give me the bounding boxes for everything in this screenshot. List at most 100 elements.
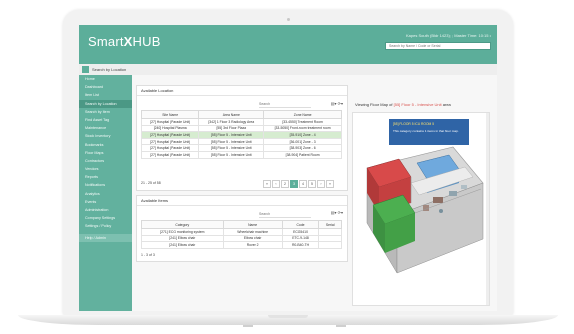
table-cell: Elbow chair [222,234,283,243]
column-header[interactable]: Serial [318,220,342,229]
sidebar-item[interactable]: Events [79,198,132,206]
location-table: Site Name Area Name Zone Name [27] Hospi… [140,110,342,159]
map-info-popup: [55] FLOOR 5 ICU ROOM 5 This category co… [389,119,469,145]
map-view-title: Viewing Floor Map of [55] Floor 5 - Inte… [355,102,451,107]
table-cell: Rover 2 [222,241,283,249]
laptop-base [18,315,558,325]
table-cell: [27] Hospital (Parade Unit) [140,150,200,159]
sidebar-item[interactable]: Administration [79,206,132,214]
table-cell: [240] Hospital Plasma [140,124,200,133]
items-count: 1 - 3 of 3 [141,253,155,257]
sidebar-footer-button[interactable]: Help / Admin [79,233,132,242]
table-cell [318,234,342,243]
column-header[interactable]: Name [222,220,283,229]
page-button[interactable]: « [263,180,271,188]
table-cell: [55] Floor 5 - Intensive Unit [198,150,265,159]
table-row[interactable]: [27] Hospital (Parade Unit) [55] Floor 5 … [140,137,342,146]
location-count: 21 - 25 of 58 [141,181,161,185]
sidebar-item[interactable]: Reports [79,173,132,181]
location-panel-title: Available Location [137,86,347,96]
sidebar-item[interactable]: Floor Maps [79,149,132,157]
page-button-current[interactable]: 3 [290,180,298,188]
table-row[interactable]: [27] Hospital (Parade Unit) [55] Floor 5 … [140,150,342,159]
laptop-lid: SmartXHUB Kapes South (Bldr 1423); ; Mas… [63,10,513,315]
equipment-icon [461,185,467,189]
table-cell: ECG5410 [281,228,320,236]
table-cell: [55] Floor 5 - Intensive Unit [198,144,265,152]
table-cell: [27] Hospital (Parade Unit) [140,118,200,126]
sidebar-item[interactable]: Item List [79,91,132,99]
sidebar-item[interactable]: Search by Item [79,108,132,116]
popup-title: [55] FLOOR 5 ICU ROOM 5 [393,122,435,126]
column-header[interactable]: Site Name [140,110,200,119]
table-cell: [271] ECG monitoring system [141,228,224,236]
column-toggle-icon[interactable]: ▤▾ ⟳▾ [331,101,343,106]
sidebar-item[interactable]: Contractors [79,157,132,165]
column-toggle-icon[interactable]: ▤▾ ⟳▾ [331,210,343,215]
app-logo[interactable]: SmartXHUB [88,34,161,49]
page-button[interactable]: 2 [281,180,289,188]
sidebar-item[interactable]: Home [79,75,132,83]
sidebar-item[interactable]: Company Settings [79,214,132,222]
page-button[interactable]: ‹ [272,180,280,188]
table-row[interactable]: [27] Hospital (Parade Unit) [342] 1 Floor… [140,118,342,126]
table-row-selected[interactable]: [27] Hospital (Parade Unit) [55] Floor 5 … [140,131,342,139]
table-row[interactable]: [27] Hospital (Parade Unit) [55] Floor 5 … [140,144,342,152]
sidebar-item[interactable]: Find Asset Tag [79,116,132,124]
table-cell: [241] Elbow chair [141,241,224,249]
sidebar-item[interactable]: Bookmarks [79,141,132,149]
user-info[interactable]: Kapes South (Bldr 1423); ; Master Time: … [406,33,491,38]
global-search-input[interactable] [385,42,491,50]
sidebar-item[interactable]: Dashboard [79,83,132,91]
table-row[interactable]: [240] Hospital Plasma [55] 3rd Floor Plaz… [140,124,342,133]
page-button[interactable]: › [317,180,325,188]
menu-toggle-icon[interactable] [82,66,89,73]
table-cell: [33-5050] Front-room treatment room [263,124,342,133]
column-header[interactable]: Code [281,220,320,229]
table-cell: [241] Elbow chair [141,234,224,243]
sidebar-item[interactable]: Stock Inventory [79,132,132,140]
sidebar-item[interactable]: Maintenance [79,124,132,132]
table-cell: [27] Hospital (Parade Unit) [140,131,200,139]
sidebar-item[interactable]: Settings / Policy [79,222,132,230]
laptop-foot [336,325,346,327]
table-row[interactable]: [241] Elbow chair Rover 2 R0-B40-TH [141,241,342,249]
table-row[interactable]: [241] Elbow chair Elbow chair ETC-9-148 [141,234,342,243]
table-cell: [35-910] Zone - 4 [263,131,342,139]
page-button[interactable]: » [326,180,334,188]
sidebar: Home Dashboard Item List Search by Locat… [79,75,132,311]
table-cell: [342] 1 Floor 3 Radiology Area [198,118,265,126]
laptop-notch [268,315,308,318]
column-header[interactable]: Zone Name [263,110,342,119]
table-cell: ETC-9-148 [281,234,320,243]
map-scrollbar[interactable] [486,113,489,305]
sidebar-item-active[interactable]: Search by Location [79,99,132,108]
sidebar-item[interactable]: Analytics [79,190,132,198]
floor-map-panel: [55] FLOOR 5 ICU ROOM 5 This category co… [352,112,490,306]
camera-dot [287,18,290,21]
breadcrumb: Search by Location [92,67,127,72]
page-button[interactable]: 5 [308,180,316,188]
table-cell: [33-4550] Treatment Room [263,118,342,126]
table-cell: [55] Floor 5 - Intensive Unit [198,137,265,146]
app-screen: SmartXHUB Kapes South (Bldr 1423); ; Mas… [79,25,497,311]
table-cell: [27] Hospital (Parade Unit) [140,137,200,146]
sidebar-item[interactable]: Notifications [79,181,132,189]
pagination: « ‹ 2 3 4 5 › » [263,180,334,188]
table-cell: [55] Floor 5 - Intensive Unit [198,131,265,139]
table-row[interactable]: [271] ECG monitoring system Wheelchair ma… [141,228,342,236]
table-cell: R0-B40-TH [281,241,320,249]
items-search-input[interactable] [259,211,311,218]
table-cell [318,228,342,236]
popup-text: This category contains 1 items in that f… [393,129,459,133]
table-cell: [27] Hospital (Parade Unit) [140,144,200,152]
table-cell: [55] 3rd Floor Plaza [198,124,265,133]
column-header[interactable]: Category [141,220,224,229]
sidebar-item[interactable]: Vendors [79,165,132,173]
page-button[interactable]: 4 [299,180,307,188]
table-cell: [38-903] Zone - 6 [263,144,342,152]
column-header[interactable]: Area Name [198,110,265,119]
bed-icon [449,191,457,196]
location-search-input[interactable] [259,101,311,108]
table-cell: Wheelchair machine [222,228,283,236]
